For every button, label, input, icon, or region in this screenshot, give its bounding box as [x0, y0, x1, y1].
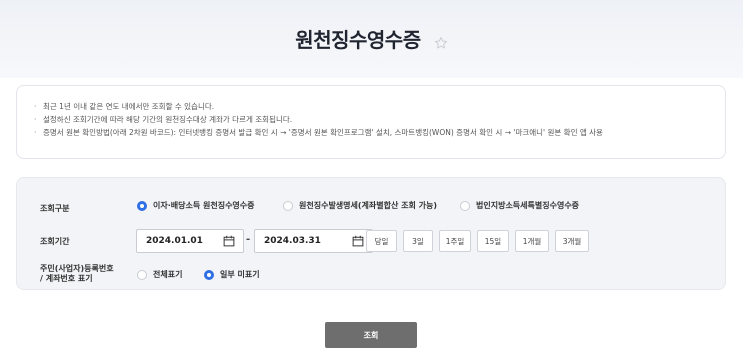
radio-unchecked-icon	[137, 269, 147, 280]
radio-label: 전체표기	[153, 270, 183, 279]
type-label: 조회구분	[40, 204, 70, 213]
title-area: 원천징수영수증	[0, 24, 743, 53]
notice-item: 최근 1년 이내 같은 연도 내에서만 조회할 수 있습니다.	[34, 100, 725, 113]
calendar-icon[interactable]	[223, 235, 235, 247]
start-date-field[interactable]	[136, 229, 244, 253]
period-15days-button[interactable]: 15일	[477, 230, 509, 252]
search-button[interactable]: 조회	[325, 322, 417, 348]
notice-item: 설정하신 조회기간에 따라 해당 기간의 원천징수대상 계좌가 다르게 조회됩니…	[34, 113, 725, 126]
notice-item: 증명서 원본 확인방법(아래 2차원 바코드): 인터넷뱅킹 증명서 발급 확인…	[34, 126, 725, 139]
radio-interest-dividend[interactable]: 이자·배당소득 원천징수영수증	[137, 200, 255, 211]
notice-box: 최근 1년 이내 같은 연도 내에서만 조회할 수 있습니다. 설정하신 조회기…	[16, 85, 726, 159]
period-label: 조회기간	[40, 237, 70, 246]
mask-label-line1: 주민(사업자)등록번호	[40, 264, 114, 273]
radio-corporate-local-tax[interactable]: 법인지방소득세특별징수영수증	[460, 200, 579, 211]
period-1week-button[interactable]: 1주일	[439, 230, 471, 252]
end-date-field[interactable]	[254, 229, 373, 253]
period-3days-button[interactable]: 3일	[403, 230, 433, 252]
radio-full-display[interactable]: 전체표기	[137, 269, 182, 280]
radio-partial-mask[interactable]: 일부 미표기	[204, 269, 260, 280]
period-3months-button[interactable]: 3개월	[555, 230, 589, 252]
radio-label: 이자·배당소득 원천징수영수증	[153, 201, 255, 210]
mask-label: 주민(사업자)등록번호 / 계좌번호 표기	[40, 264, 114, 284]
radio-checked-icon	[137, 200, 147, 211]
search-panel: 조회구분 이자·배당소득 원천징수영수증 원천징수발생명세(계좌별합산 조회 가…	[16, 177, 726, 290]
period-today-button[interactable]: 당일	[366, 230, 397, 252]
mask-label-line2: / 계좌번호 표기	[40, 274, 93, 283]
radio-withholding-details[interactable]: 원천징수발생명세(계좌별합산 조회 가능)	[283, 200, 437, 211]
radio-unchecked-icon	[460, 200, 470, 211]
radio-label: 일부 미표기	[220, 270, 260, 279]
page-title: 원천징수영수증	[295, 28, 421, 52]
radio-checked-icon	[204, 269, 214, 280]
calendar-icon[interactable]	[352, 235, 364, 247]
radio-label: 법인지방소득세특별징수영수증	[476, 201, 580, 210]
period-1month-button[interactable]: 1개월	[515, 230, 549, 252]
radio-label: 원천징수발생명세(계좌별합산 조회 가능)	[299, 201, 438, 210]
radio-unchecked-icon	[283, 200, 293, 211]
date-separator: -	[246, 234, 251, 245]
star-outline-icon[interactable]	[434, 36, 448, 50]
